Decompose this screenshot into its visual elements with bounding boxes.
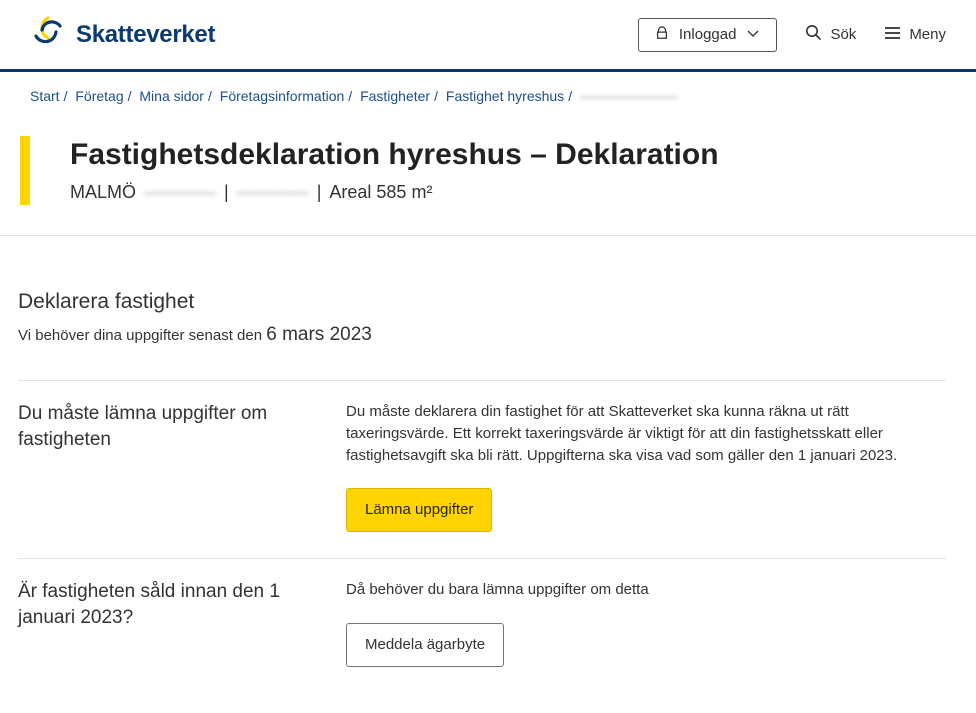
breadcrumb-link[interactable]: Fastighet hyreshus <box>446 88 564 104</box>
header-actions: Inloggad Sök Meny <box>638 18 946 52</box>
row-description: Då behöver du bara lämna uppgifter om de… <box>346 579 906 601</box>
login-label: Inloggad <box>679 26 737 43</box>
search-icon <box>805 24 822 45</box>
breadcrumb-link[interactable]: Företag <box>75 88 123 104</box>
row-body: Du måste deklarera din fastighet för att… <box>346 401 946 532</box>
breadcrumb-link[interactable]: Fastigheter <box>360 88 430 104</box>
brand[interactable]: Skatteverket <box>30 14 215 55</box>
row-heading: Du måste lämna uppgifter om fastigheten <box>18 401 306 532</box>
row-heading: Är fastigheten såld innan den 1 januari … <box>18 579 306 667</box>
search-label: Sök <box>830 26 856 43</box>
breadcrumb-link[interactable]: Företagsinformation <box>220 88 345 104</box>
breadcrumb-link[interactable]: Start <box>30 88 60 104</box>
redacted-text: ———— <box>237 182 309 203</box>
redacted-text: ———— <box>144 182 216 203</box>
chevron-down-icon <box>746 26 760 43</box>
lock-icon <box>655 26 669 44</box>
login-dropdown[interactable]: Inloggad <box>638 18 778 52</box>
logo-icon <box>30 14 66 55</box>
row-body: Då behöver du bara lämna uppgifter om de… <box>346 579 946 667</box>
deadline-text: Vi behöver dina uppgifter senast den 6 m… <box>18 324 946 346</box>
hamburger-icon <box>884 26 901 44</box>
breadcrumb: Start/ Företag/ Mina sidor/ Företagsinfo… <box>0 72 976 112</box>
site-header: Skatteverket Inloggad Sök Meny <box>0 0 976 72</box>
main-content: Deklarera fastighet Vi behöver dina uppg… <box>0 236 976 713</box>
menu-label: Meny <box>909 26 946 43</box>
info-row: Är fastigheten såld innan den 1 januari … <box>18 559 946 693</box>
info-row: Du måste lämna uppgifter om fastigheten … <box>18 381 946 558</box>
breadcrumb-current-redacted: ——————— <box>580 88 678 104</box>
submit-info-button[interactable]: Lämna uppgifter <box>346 488 492 532</box>
page-subtitle: MALMÖ ———— | ———— | Areal 585 m² <box>70 182 946 203</box>
deadline-date: 6 mars 2023 <box>266 324 372 345</box>
page-title-block: Fastighetsdeklaration hyreshus – Deklara… <box>20 136 946 205</box>
breadcrumb-link[interactable]: Mina sidor <box>139 88 204 104</box>
row-description: Du måste deklarera din fastighet för att… <box>346 401 906 466</box>
menu-button[interactable]: Meny <box>884 26 946 44</box>
brand-name: Skatteverket <box>76 21 215 49</box>
page-title: Fastighetsdeklaration hyreshus – Deklara… <box>70 138 946 172</box>
area-label: Areal 585 m² <box>329 182 432 203</box>
report-ownership-button[interactable]: Meddela ägarbyte <box>346 623 504 667</box>
section-heading: Deklarera fastighet <box>18 290 946 314</box>
city-label: MALMÖ <box>70 182 136 203</box>
search-button[interactable]: Sök <box>805 24 856 45</box>
